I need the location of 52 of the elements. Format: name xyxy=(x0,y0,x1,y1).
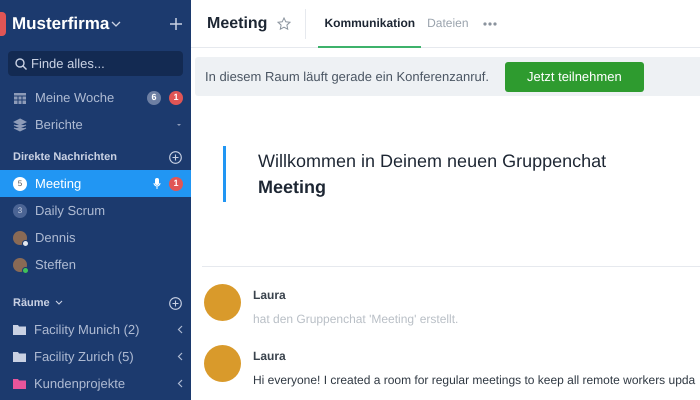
sidebar-item[interactable]: Facility Munich (2) xyxy=(0,316,191,343)
plus-icon[interactable] xyxy=(169,17,183,31)
sidebar-item[interactable]: 5 Meeting 1 xyxy=(0,170,191,197)
unread-badge: 1 xyxy=(169,176,183,190)
add-circle-icon[interactable] xyxy=(169,150,182,164)
chevron-left-icon[interactable] xyxy=(177,325,183,334)
user-avatar xyxy=(204,284,241,322)
unread-badge: 1 xyxy=(169,90,183,104)
chevron-down-icon[interactable] xyxy=(54,299,64,307)
calendar-icon xyxy=(13,90,27,104)
workspace-name[interactable]: Musterfirma xyxy=(12,11,110,37)
item-label: Dennis xyxy=(35,228,76,247)
sidebar-item[interactable]: Meine Woche 6 1 xyxy=(0,84,191,111)
banner-text: In diesem Raum läuft gerade ein Konferenzanruf. xyxy=(205,68,490,86)
section-title: Räume xyxy=(13,296,50,311)
item-label: Meine Woche xyxy=(35,88,116,107)
chevron-left-icon[interactable] xyxy=(177,379,183,388)
tab[interactable]: Kommunikation xyxy=(318,0,422,48)
star-icon[interactable] xyxy=(277,16,292,30)
chat-title: Meeting xyxy=(207,14,268,34)
user-avatar xyxy=(204,345,241,382)
item-label: Facility Munich (2) xyxy=(34,320,140,339)
logo-mark xyxy=(0,12,6,36)
member-count-avatar: 3 xyxy=(13,204,27,218)
message-text: hat den Gruppenchat 'Meeting' erstellt. xyxy=(253,311,458,328)
message-text: Hi everyone! I created a room for regular meetings to keep all remote workers upda xyxy=(253,372,696,390)
item-label: Kundenprojekte xyxy=(34,374,126,393)
item-label: Facility Zurich (5) xyxy=(34,348,135,366)
add-circle-icon[interactable] xyxy=(169,296,182,310)
item-label: Meeting xyxy=(35,174,82,193)
sidebar-item[interactable]: Dennis xyxy=(0,224,191,251)
chevron-down-icon[interactable] xyxy=(109,19,124,29)
search-icon xyxy=(15,58,27,70)
sidebar-item[interactable]: Berichte xyxy=(0,111,191,138)
sidebar-item[interactable]: Facility Zurich (5) xyxy=(0,343,191,370)
message-author: Laura xyxy=(253,287,287,304)
item-label: Daily Scrum xyxy=(35,202,106,220)
sidebar-item[interactable]: Steffen xyxy=(0,251,191,278)
search-field[interactable]: Finde alles... xyxy=(8,51,183,76)
join-button[interactable]: Jetzt teilnehmen xyxy=(505,62,644,92)
section-title: Direkte Nachrichten xyxy=(13,150,117,165)
member-count-avatar: 5 xyxy=(13,176,27,190)
sidebar-item[interactable]: 3 Daily Scrum xyxy=(0,197,191,224)
more-icon[interactable] xyxy=(482,22,496,26)
sidebar-item[interactable]: Kundenprojekte xyxy=(0,370,191,397)
item-label: Steffen xyxy=(35,256,77,274)
welcome-text: Willkommen in Deinem neuen Gruppenchat Meeting xyxy=(258,150,608,200)
item-label: Berichte xyxy=(35,116,84,134)
chevron-left-icon[interactable] xyxy=(177,352,183,361)
message-author: Laura xyxy=(253,348,287,366)
count-badge: 6 xyxy=(147,90,161,104)
layers-icon xyxy=(13,118,27,132)
